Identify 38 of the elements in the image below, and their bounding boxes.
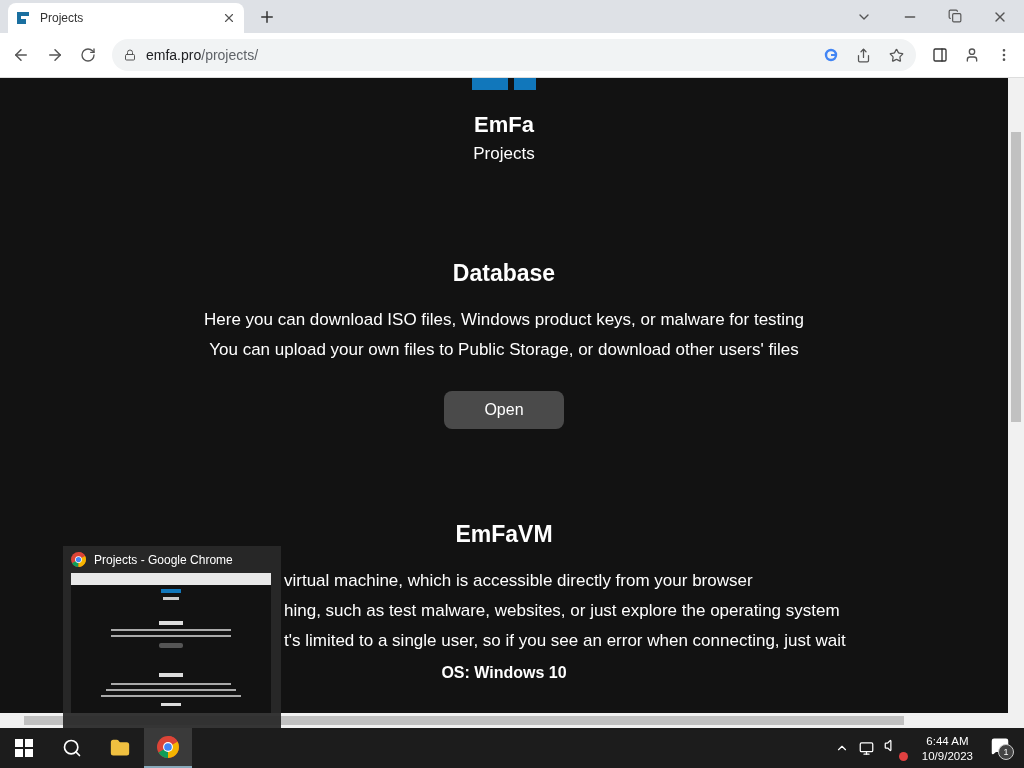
star-icon[interactable]: [889, 47, 904, 63]
back-icon[interactable]: [12, 46, 30, 64]
share-icon[interactable]: [856, 47, 871, 63]
preview-title: Projects - Google Chrome: [94, 552, 233, 567]
site-subtitle: Projects: [473, 144, 535, 164]
lock-icon: [124, 49, 136, 61]
forward-icon[interactable]: [46, 46, 64, 64]
site-name: EmFa: [474, 112, 534, 138]
description-text: virtual machine, which is accessible directly from your browser: [284, 570, 753, 592]
google-icon[interactable]: [824, 48, 838, 62]
address-bar[interactable]: emfa.pro/projects/: [112, 39, 916, 71]
chrome-taskbar-button[interactable]: [144, 728, 192, 768]
profile-icon[interactable]: [964, 47, 980, 63]
logo-icon: [472, 78, 536, 90]
folder-icon: [110, 738, 130, 758]
windows-icon: [15, 739, 33, 757]
section-title: EmFaVM: [455, 521, 553, 548]
os-label: OS: Windows 10: [441, 664, 567, 682]
side-panel-icon[interactable]: [932, 47, 948, 63]
chrome-icon: [157, 736, 179, 758]
description-text: You can upload your own files to Public Storage, or download other users' files: [209, 339, 799, 361]
window-preview[interactable]: Projects - Google Chrome: [63, 546, 281, 728]
description-text: Here you can download ISO files, Windows product keys, or malware for testing: [204, 309, 804, 331]
search-icon: [62, 738, 82, 758]
section-title: Database: [452, 260, 556, 287]
site-favicon-icon: [16, 11, 30, 25]
browser-tab[interactable]: Projects: [8, 3, 244, 33]
close-tab-icon[interactable]: [222, 11, 236, 25]
reload-icon[interactable]: [80, 47, 96, 63]
clock[interactable]: 6:44 AM 10/9/2023: [921, 734, 973, 762]
chrome-icon: [71, 552, 86, 567]
vertical-scrollbar[interactable]: [1008, 78, 1024, 713]
description-text: t's limited to a single user, so if you see an error when connecting, just wait: [284, 630, 846, 652]
description-text: hing, such as test malware, websites, or just explore the operating system: [284, 600, 840, 622]
restore-icon[interactable]: [948, 8, 962, 25]
open-button[interactable]: Open: [444, 391, 564, 429]
network-icon[interactable]: [858, 740, 874, 756]
tab-title: Projects: [40, 11, 85, 25]
